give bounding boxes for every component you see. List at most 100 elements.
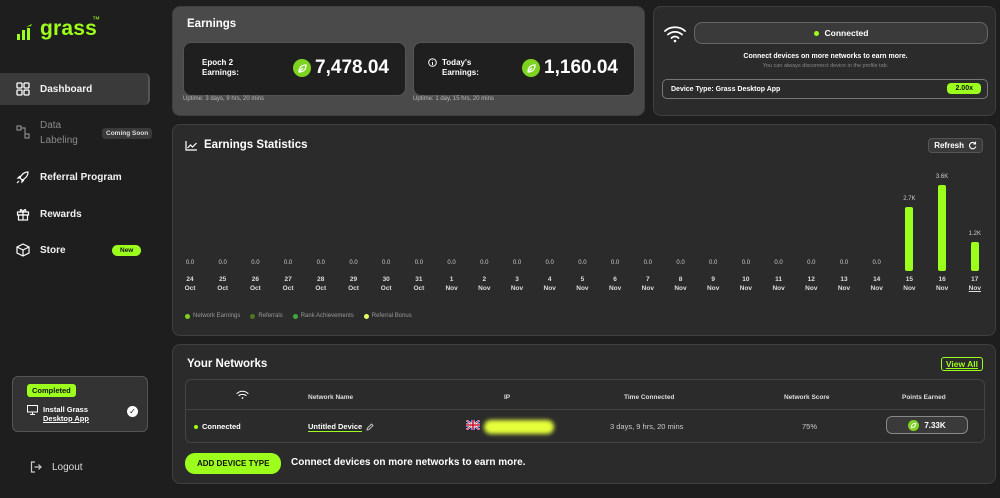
connection-status-pill[interactable]: Connected	[694, 22, 988, 44]
x-tick-label: 15 Nov	[903, 276, 916, 292]
x-tick-label: 28 Oct	[315, 276, 327, 292]
row-points-earned: 7.33K	[886, 416, 968, 434]
chart-bar[interactable]	[938, 185, 947, 271]
epoch-earnings-value: 7,478.04	[293, 57, 389, 79]
uk-flag-icon	[466, 420, 480, 430]
gift-icon	[16, 209, 30, 221]
legend-dot	[292, 313, 298, 319]
legend-item[interactable]: Referrals	[250, 313, 283, 319]
row-device-name[interactable]: Untitled Device	[308, 422, 374, 432]
check-icon: ✓	[127, 406, 138, 417]
wifi-icon	[236, 390, 249, 399]
earnings-title: Earnings	[187, 18, 237, 30]
install-text: Install Grass Desktop App	[43, 405, 89, 423]
epoch-value: 7,478.04	[315, 57, 389, 78]
logout-button[interactable]: Logout	[30, 461, 83, 473]
bar-value-label: 2.7K	[903, 195, 916, 202]
legend-item[interactable]: Referral Bonus	[363, 313, 412, 319]
legend-dot	[363, 313, 369, 319]
view-all-button[interactable]: View All	[940, 357, 983, 371]
x-tick-label: 5 Nov	[576, 276, 589, 292]
your-networks-panel: Your Networks View All Network Name IP T…	[172, 344, 996, 484]
stats-title: Earnings Statistics	[204, 139, 308, 151]
x-tick-label: 31 Oct	[413, 276, 425, 292]
rocket-icon	[16, 171, 29, 184]
bar-value-label: 0.0	[578, 260, 587, 266]
bar-value-label: 1.2K	[968, 231, 981, 238]
x-tick-label: 27 Oct	[282, 276, 294, 292]
add-device-type-button[interactable]: ADD DEVICE TYPE	[185, 453, 282, 474]
table-divider	[186, 409, 986, 410]
epoch-label-1: Epoch 2	[202, 58, 234, 67]
sidebar-item-rewards[interactable]: Rewards	[0, 207, 150, 221]
sidebar-item-dashboard[interactable]: Dashboard	[0, 73, 150, 105]
col-points-earned: Points Earned	[902, 394, 946, 401]
x-tick-label: 17 Nov	[968, 276, 981, 292]
legend-item[interactable]: Rank Achievements	[292, 313, 354, 319]
points-value: 7.33K	[924, 420, 946, 430]
x-tick-label: 25 Oct	[217, 276, 229, 292]
ip-redacted	[484, 420, 554, 434]
sidebar-item-referral-program[interactable]: Referral Program	[0, 170, 150, 184]
info-icon[interactable]	[428, 58, 437, 67]
status-dot	[813, 30, 819, 36]
bar-value-label: 0.0	[414, 260, 424, 266]
x-tick-label: 12 Nov	[805, 276, 818, 292]
sidebar-item-label: Dashboard	[40, 83, 93, 95]
chart-bar[interactable]	[970, 242, 979, 271]
epoch-uptime: Uptime: 3 days, 9 hrs, 20 mins	[183, 96, 265, 102]
x-tick-label: 3 Nov	[510, 276, 524, 292]
logout-icon	[30, 461, 42, 473]
install-desktop-card: Completed Install Grass Desktop App ✓	[12, 376, 148, 432]
bar-value-label: 0.0	[807, 260, 816, 266]
bar-value-label: 0.0	[643, 260, 652, 266]
edit-icon[interactable]	[366, 423, 374, 431]
bar-value-label: 0.0	[741, 260, 751, 266]
device-type-text: Device Type: Grass Desktop App	[671, 85, 781, 93]
legend-dot	[250, 313, 256, 319]
bar-value-label: 0.0	[709, 260, 718, 266]
device-name-text: Untitled Device	[308, 422, 363, 432]
x-tick-label: 4 Nov	[543, 276, 556, 292]
chart-bar[interactable]	[905, 206, 914, 271]
sidebar-item-label-2: Labeling	[40, 135, 78, 146]
data-labeling-icon	[16, 125, 30, 139]
today-label-2: Earnings:	[442, 68, 479, 77]
row-status: Connected	[194, 422, 241, 431]
legend-dot	[185, 313, 190, 319]
sidebar-item-label: Referral Program	[40, 171, 122, 183]
refresh-label: Refresh	[934, 141, 964, 150]
install-desktop-link[interactable]: Desktop App	[43, 414, 89, 423]
today-earnings-box: Today's Earnings: 1,160.04	[413, 42, 635, 96]
bar-value-label: 0.0	[676, 260, 685, 266]
x-tick-label: 2 Nov	[478, 276, 491, 292]
grass-logo[interactable]: grass ™	[16, 15, 100, 41]
today-earnings-value: 1,160.04	[522, 57, 618, 79]
bar-value-label: 3.6K	[935, 174, 949, 180]
status-dot	[194, 424, 198, 429]
row-status-text: Connected	[202, 422, 241, 431]
x-tick-label: 30 Oct	[380, 276, 392, 292]
epoch-label: Epoch 2 Earnings:	[202, 58, 239, 78]
col-network-name: Network Name	[308, 394, 354, 401]
today-label-1: Today's	[442, 58, 472, 67]
legend-item[interactable]: Network Earnings	[185, 313, 240, 319]
col-time-connected: Time Connected	[624, 394, 675, 401]
x-tick-label: 1 Nov	[445, 276, 458, 292]
row-time-connected: 3 days, 9 hrs, 20 mins	[610, 422, 684, 431]
grass-logo-icon	[17, 24, 32, 40]
legend-label: Referrals	[258, 313, 283, 319]
refresh-icon	[969, 141, 977, 150]
bar-value-label: 0.0	[316, 260, 325, 266]
x-tick-label: 14 Nov	[870, 276, 883, 292]
x-tick-label: 26 Oct	[249, 276, 261, 292]
col-network-score: Network Score	[784, 394, 830, 401]
x-tick-label: 13 Nov	[837, 276, 851, 292]
add-device-message: Connect devices on more networks to earn…	[291, 457, 526, 468]
completed-badge: Completed	[27, 384, 76, 397]
logout-label: Logout	[52, 461, 83, 473]
trend-icon	[185, 141, 197, 151]
networks-table: Network Name IP Time Connected Network S…	[185, 379, 986, 443]
x-tick-label: 6 Nov	[608, 276, 622, 292]
refresh-button[interactable]: Refresh	[928, 138, 983, 153]
